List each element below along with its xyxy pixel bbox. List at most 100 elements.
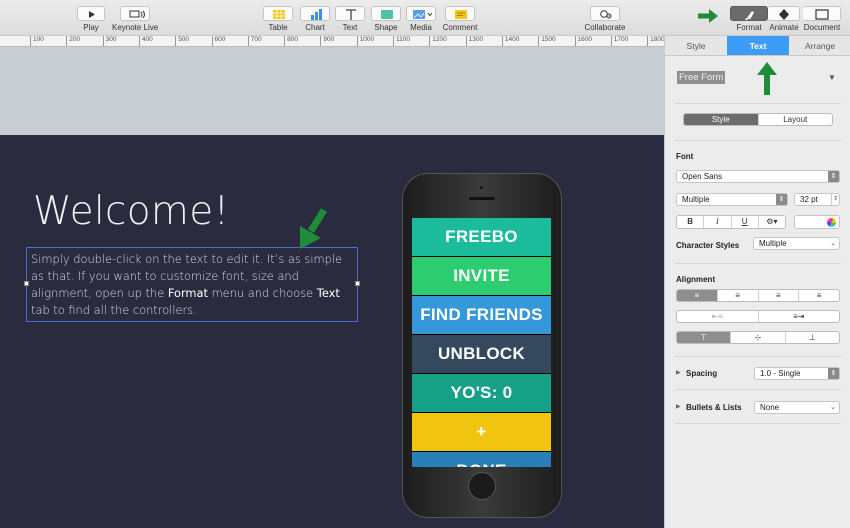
play-icon: [77, 6, 105, 21]
spacing-select[interactable]: 1.0 - Single ⇕: [754, 367, 840, 380]
subtab-style[interactable]: Style: [684, 114, 759, 125]
paragraph-style-chevron-icon[interactable]: ▼: [828, 73, 836, 82]
bullets-lists-select[interactable]: None ⌄: [754, 401, 840, 414]
character-styles-chevron-icon: ⌄: [830, 240, 836, 247]
keynote-live-button[interactable]: Keynote Live: [112, 6, 158, 32]
text-label: Text: [342, 23, 358, 32]
document-button[interactable]: Document: [802, 6, 842, 32]
text-box-selection[interactable]: Simply double-click on the text to edit …: [24, 247, 360, 322]
tab-style[interactable]: Style: [665, 36, 727, 55]
font-section-label: Font: [676, 152, 694, 161]
slide[interactable]: Welcome! Simply double-click on the text…: [0, 135, 664, 528]
play-label: Play: [83, 23, 99, 32]
align-top-icon[interactable]: ⊤: [677, 332, 732, 343]
spacing-disclosure-icon[interactable]: ▶: [676, 369, 681, 376]
collaborate-button[interactable]: Collaborate: [583, 6, 627, 32]
canvas-background: [0, 47, 664, 135]
body-text-2: menu and choose: [207, 286, 317, 300]
phone-app-button: FREEBO: [412, 218, 551, 256]
align-justify-icon[interactable]: ≡: [799, 290, 839, 301]
table-label: Table: [268, 23, 288, 32]
inspector-tabs: Style Text Arrange: [665, 36, 850, 56]
ruler-tick-label: 400: [138, 36, 153, 46]
collaborate-icon: [590, 6, 620, 21]
phone-app-button: +: [412, 413, 551, 451]
table-icon: [263, 6, 293, 21]
increase-indent-icon[interactable]: ≡⇥: [759, 311, 840, 322]
ruler-tick-label: 900: [320, 36, 334, 46]
comment-button[interactable]: Comment: [442, 6, 478, 32]
animate-label: Animate: [769, 23, 799, 32]
horizontal-alignment-buttons: ≡ ≡ ≡ ≡: [676, 289, 840, 302]
text-color-well[interactable]: [794, 215, 840, 229]
horizontal-ruler[interactable]: 100 200 300 400 500 600 700 800 900 1000 1100 1200 1…: [0, 36, 664, 47]
align-center-icon[interactable]: ≡: [718, 290, 759, 301]
font-size-field[interactable]: 32 pt ⇕: [794, 193, 840, 206]
character-styles-select[interactable]: Multiple ⌄: [753, 237, 840, 250]
align-right-icon[interactable]: ≡: [759, 290, 800, 301]
slide-title[interactable]: Welcome!: [33, 189, 229, 234]
bullets-lists-value: None: [760, 403, 780, 412]
indent-buttons: ⇤≡ ≡⇥: [676, 310, 840, 323]
body-bold-text: Text: [316, 286, 340, 300]
media-label: Media: [410, 23, 432, 32]
bullets-lists-label[interactable]: Bullets & Lists: [686, 403, 742, 412]
align-bottom-icon[interactable]: ⊥: [786, 332, 839, 343]
spacing-label[interactable]: Spacing: [686, 369, 717, 378]
bold-button[interactable]: B: [677, 216, 705, 228]
font-weight-value: Multiple: [682, 195, 710, 204]
annotation-arrow-down-icon: [296, 207, 332, 253]
comment-icon: [445, 6, 475, 21]
media-button[interactable]: Media: [406, 6, 436, 32]
character-styles-label: Character Styles: [676, 241, 740, 250]
bullets-chevron-icon: ⌄: [830, 404, 836, 411]
spacing-value: 1.0 - Single: [760, 369, 801, 378]
body-bold-format: Format: [167, 286, 208, 300]
align-left-icon[interactable]: ≡: [677, 290, 718, 301]
align-middle-icon[interactable]: ⊹: [731, 332, 786, 343]
ruler-tick-label: 1100: [393, 36, 410, 46]
document-label: Document: [803, 23, 841, 32]
play-button[interactable]: Play: [76, 6, 106, 32]
resize-handle-left[interactable]: [24, 281, 29, 286]
phone-app-button: YO'S: 0: [412, 374, 551, 412]
ruler-tick-label: 1400: [501, 36, 519, 46]
decrease-indent-icon[interactable]: ⇤≡: [677, 311, 759, 322]
paragraph-style-name[interactable]: Free Form: [677, 71, 726, 84]
tab-arrange[interactable]: Arrange: [789, 36, 850, 55]
chart-button[interactable]: Chart: [300, 6, 330, 32]
shape-icon: [371, 6, 401, 21]
annotation-arrow-icon: [697, 9, 719, 25]
table-button[interactable]: Table: [263, 6, 293, 32]
ruler-tick-label: 300: [102, 36, 116, 46]
animate-icon: [768, 6, 800, 21]
font-family-select[interactable]: Open Sans ⇕: [676, 170, 840, 183]
text-button[interactable]: Text: [335, 6, 365, 32]
chart-label: Chart: [305, 23, 325, 32]
collaborate-label: Collaborate: [584, 23, 626, 32]
phone-speaker-icon: [469, 197, 495, 200]
ruler-tick-label: 1500: [538, 36, 556, 46]
underline-button[interactable]: U: [732, 216, 759, 228]
font-weight-select[interactable]: Multiple ⇕: [676, 193, 788, 206]
font-family-stepper-icon: ⇕: [828, 171, 839, 182]
phone-home-button: [468, 472, 496, 500]
ruler-tick-label: 1200: [429, 36, 447, 46]
ruler-tick-label: 800: [284, 36, 298, 46]
keynote-live-label: Keynote Live: [112, 23, 159, 32]
font-size-stepper-icon[interactable]: ⇕: [831, 194, 839, 205]
text-options-gear-icon[interactable]: ⚙▾: [759, 216, 785, 228]
subtab-layout[interactable]: Layout: [759, 114, 833, 125]
phone-camera-icon: [479, 185, 484, 190]
format-label: Format: [736, 23, 762, 32]
phone-app-button: DONE: [412, 452, 551, 467]
animate-button[interactable]: Animate: [768, 6, 800, 32]
chart-icon: [300, 6, 330, 21]
italic-button[interactable]: I: [704, 216, 732, 228]
shape-button[interactable]: Shape: [371, 6, 401, 32]
tab-text[interactable]: Text: [727, 36, 789, 55]
color-wheel-icon[interactable]: [827, 218, 836, 227]
bullets-disclosure-icon[interactable]: ▶: [676, 403, 681, 410]
format-button[interactable]: Format: [730, 6, 768, 32]
font-family-value: Open Sans: [682, 172, 723, 181]
